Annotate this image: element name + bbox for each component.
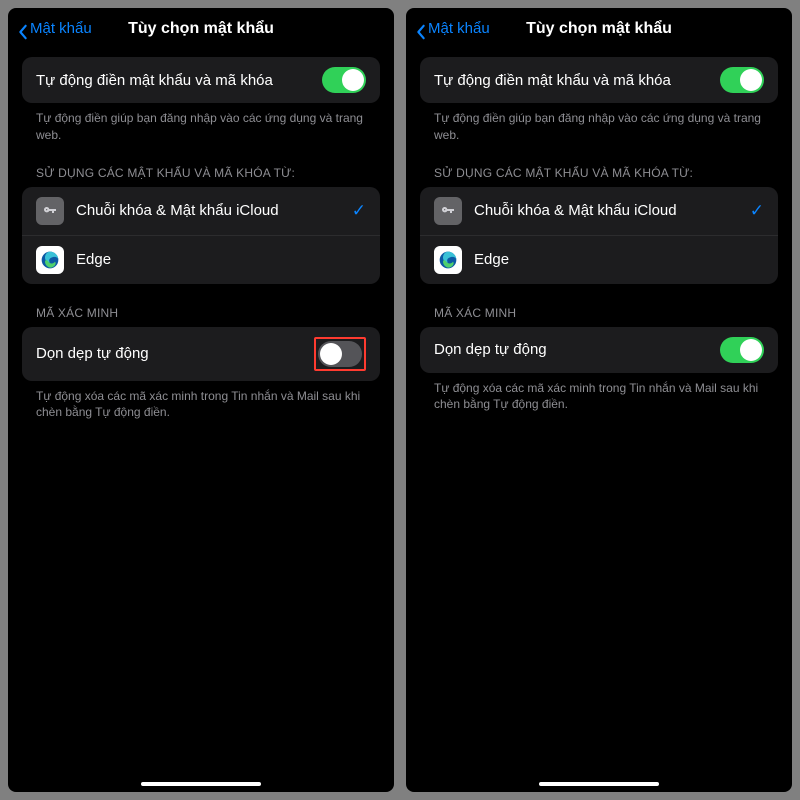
providers-group: Chuỗi khóa & Mật khẩu iCloud ✓ Edge [420, 187, 778, 284]
back-label: Mật khẩu [30, 20, 92, 37]
chevron-left-icon [416, 24, 426, 34]
cleanup-toggle-row[interactable]: Dọn dẹp tự động [22, 327, 380, 381]
autofill-footer: Tự động điền giúp bạn đăng nhập vào các … [22, 103, 380, 144]
edge-icon [36, 246, 64, 274]
key-icon [434, 197, 462, 225]
autofill-toggle-row[interactable]: Tự động điền mật khẩu và mã khóa [420, 57, 778, 103]
provider-label: Edge [76, 251, 366, 268]
content-area: Tự động điền mật khẩu và mã khóa Tự động… [406, 51, 792, 792]
home-indicator[interactable] [141, 782, 261, 786]
back-button[interactable]: Mật khẩu [416, 20, 490, 37]
cleanup-group: Dọn dẹp tự động [22, 327, 380, 381]
cleanup-footer: Tự động xóa các mã xác minh trong Tin nh… [22, 381, 380, 422]
autofill-toggle[interactable] [720, 67, 764, 93]
toggle-knob [740, 339, 762, 361]
provider-label: Chuỗi khóa & Mật khẩu iCloud [76, 202, 352, 219]
nav-header: Mật khẩu Tùy chọn mật khẩu [406, 8, 792, 51]
autofill-label: Tự động điền mật khẩu và mã khóa [434, 72, 720, 89]
autofill-toggle[interactable] [322, 67, 366, 93]
cleanup-toggle[interactable] [720, 337, 764, 363]
providers-section-header: SỬ DỤNG CÁC MẬT KHẨU VÀ MÃ KHÓA TỪ: [420, 144, 778, 187]
cleanup-footer: Tự động xóa các mã xác minh trong Tin nh… [420, 373, 778, 414]
chevron-left-icon [18, 24, 28, 34]
back-label: Mật khẩu [428, 20, 490, 37]
cleanup-toggle[interactable] [318, 341, 362, 367]
edge-icon [434, 246, 462, 274]
providers-section-header: SỬ DỤNG CÁC MẬT KHẨU VÀ MÃ KHÓA TỪ: [22, 144, 380, 187]
verify-section-header: MÃ XÁC MINH [22, 284, 380, 327]
autofill-group: Tự động điền mật khẩu và mã khóa [420, 57, 778, 103]
autofill-toggle-row[interactable]: Tự động điền mật khẩu và mã khóa [22, 57, 380, 103]
toggle-knob [740, 69, 762, 91]
key-icon [36, 197, 64, 225]
nav-header: Mật khẩu Tùy chọn mật khẩu [8, 8, 394, 51]
home-indicator[interactable] [539, 782, 659, 786]
toggle-knob [320, 343, 342, 365]
checkmark-icon: ✓ [352, 201, 366, 221]
content-area: Tự động điền mật khẩu và mã khóa Tự động… [8, 51, 394, 792]
autofill-group: Tự động điền mật khẩu và mã khóa [22, 57, 380, 103]
highlight-annotation [314, 337, 366, 371]
verify-section-header: MÃ XÁC MINH [420, 284, 778, 327]
toggle-knob [342, 69, 364, 91]
autofill-label: Tự động điền mật khẩu và mã khóa [36, 72, 322, 89]
provider-label: Chuỗi khóa & Mật khẩu iCloud [474, 202, 750, 219]
provider-edge-row[interactable]: Edge [22, 236, 380, 284]
provider-keychain-row[interactable]: Chuỗi khóa & Mật khẩu iCloud ✓ [420, 187, 778, 236]
cleanup-toggle-row[interactable]: Dọn dẹp tự động [420, 327, 778, 373]
phone-left: Mật khẩu Tùy chọn mật khẩu Tự động điền … [8, 8, 394, 792]
cleanup-group: Dọn dẹp tự động [420, 327, 778, 373]
checkmark-icon: ✓ [750, 201, 764, 221]
page-title: Tùy chọn mật khẩu [526, 20, 672, 38]
provider-edge-row[interactable]: Edge [420, 236, 778, 284]
phone-right: Mật khẩu Tùy chọn mật khẩu Tự động điền … [406, 8, 792, 792]
cleanup-label: Dọn dẹp tự động [36, 345, 314, 362]
cleanup-label: Dọn dẹp tự động [434, 341, 720, 358]
back-button[interactable]: Mật khẩu [18, 20, 92, 37]
provider-keychain-row[interactable]: Chuỗi khóa & Mật khẩu iCloud ✓ [22, 187, 380, 236]
providers-group: Chuỗi khóa & Mật khẩu iCloud ✓ Edge [22, 187, 380, 284]
autofill-footer: Tự động điền giúp bạn đăng nhập vào các … [420, 103, 778, 144]
page-title: Tùy chọn mật khẩu [128, 20, 274, 38]
provider-label: Edge [474, 251, 764, 268]
